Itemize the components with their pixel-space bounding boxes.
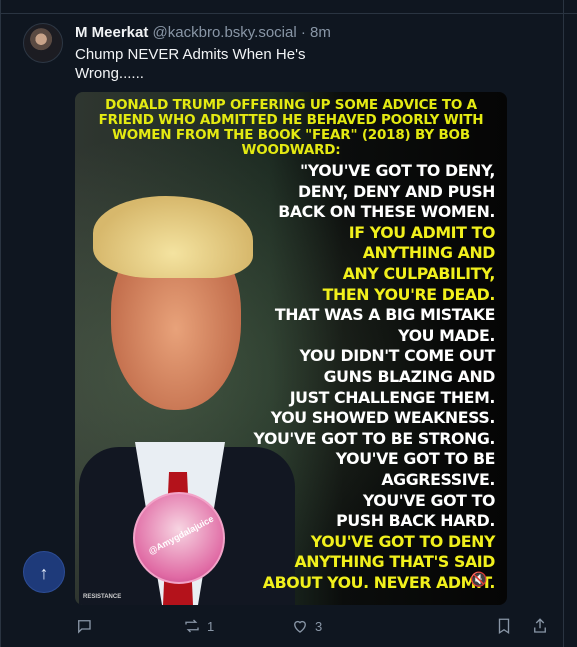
quote-line: THAT WAS A BIG MISTAKE (274, 305, 496, 325)
repost-count: 1 (207, 618, 215, 634)
quote-line: YOU'VE GOT TO (362, 490, 496, 510)
post-text: Chump NEVER Admits When He's Wrong...... (75, 46, 306, 82)
image-caption: DONALD TRUMP OFFERING UP SOME ADVICE TO … (98, 97, 484, 158)
author-name[interactable]: M Meerkat (75, 24, 148, 41)
post-actions: 1 3 (75, 617, 555, 641)
reply-icon (78, 620, 91, 634)
arrow-up-icon: ↑ (39, 563, 49, 583)
share-icon (534, 618, 546, 633)
author-avatar[interactable] (23, 23, 63, 63)
right-border (563, 0, 564, 647)
quote-line: "YOU'VE GOT TO DENY, (299, 161, 495, 180)
header-separator: · (300, 24, 306, 41)
repost-button[interactable]: 1 (183, 617, 214, 635)
badge-text: @Amygdalajuice (146, 513, 216, 557)
quote-line: GUNS BLAZING AND (323, 366, 496, 386)
feed-post[interactable]: M Meerkat @kackbro.bsky.social · 8m Chum… (0, 14, 563, 647)
quote-line: YOU DIDN'T COME OUT (299, 346, 495, 366)
quote-line: DENY, DENY AND PUSH (298, 181, 495, 201)
quote-line: YOU'VE GOT TO BE STRONG. (253, 428, 495, 448)
quote-line: YOU'VE GOT TO BE (335, 449, 496, 469)
quote-line: ANYTHING THAT'S SAID (294, 552, 495, 572)
mute-icon[interactable]: 🔇 (470, 570, 488, 588)
bookmark-button[interactable] (495, 617, 513, 635)
quote-line: ANYTHING AND (362, 243, 496, 263)
author-handle[interactable]: @kackbro.bsky.social (153, 24, 297, 41)
top-divider (0, 0, 577, 14)
quote-line: IF YOU ADMIT TO (348, 222, 496, 242)
quote-line: YOU'VE GOT TO DENY (310, 531, 496, 551)
post-timestamp[interactable]: 8m (310, 24, 331, 41)
like-count: 3 (315, 618, 323, 634)
quote-line: BACK ON THESE WOMEN. (278, 202, 495, 222)
watermark-badge: @Amygdalajuice (133, 492, 225, 584)
like-button[interactable]: 3 (291, 617, 322, 635)
share-button[interactable] (531, 617, 549, 635)
quote-line: ABOUT YOU. NEVER ADMIT. (262, 572, 496, 592)
quote-line: JUST CHALLENGE THEM. (289, 387, 496, 407)
reply-button[interactable] (75, 617, 99, 635)
bookmark-icon (498, 618, 510, 635)
heart-icon (294, 620, 306, 633)
quote-line: ANY CULPABILITY, (342, 263, 496, 283)
quote-line: YOU MADE. (398, 325, 495, 345)
quote-line: PUSH BACK HARD. (336, 511, 495, 531)
post-header: M Meerkat @kackbro.bsky.social · 8m (75, 24, 331, 41)
quote-line: AGGRESSIVE. (381, 469, 495, 489)
quote-line: THEN YOU'RE DEAD. (322, 284, 496, 304)
repost-icon (185, 619, 199, 633)
image-watermark: RESISTANCE (83, 594, 122, 600)
post-image[interactable]: DONALD TRUMP OFFERING UP SOME ADVICE TO … (75, 92, 507, 605)
quote-line: YOU SHOWED WEAKNESS. (270, 408, 496, 428)
image-quote: "YOU'VE GOT TO DENY, DENY, DENY AND PUSH B… (245, 161, 495, 593)
scroll-to-top-button[interactable]: ↑ (23, 551, 65, 593)
